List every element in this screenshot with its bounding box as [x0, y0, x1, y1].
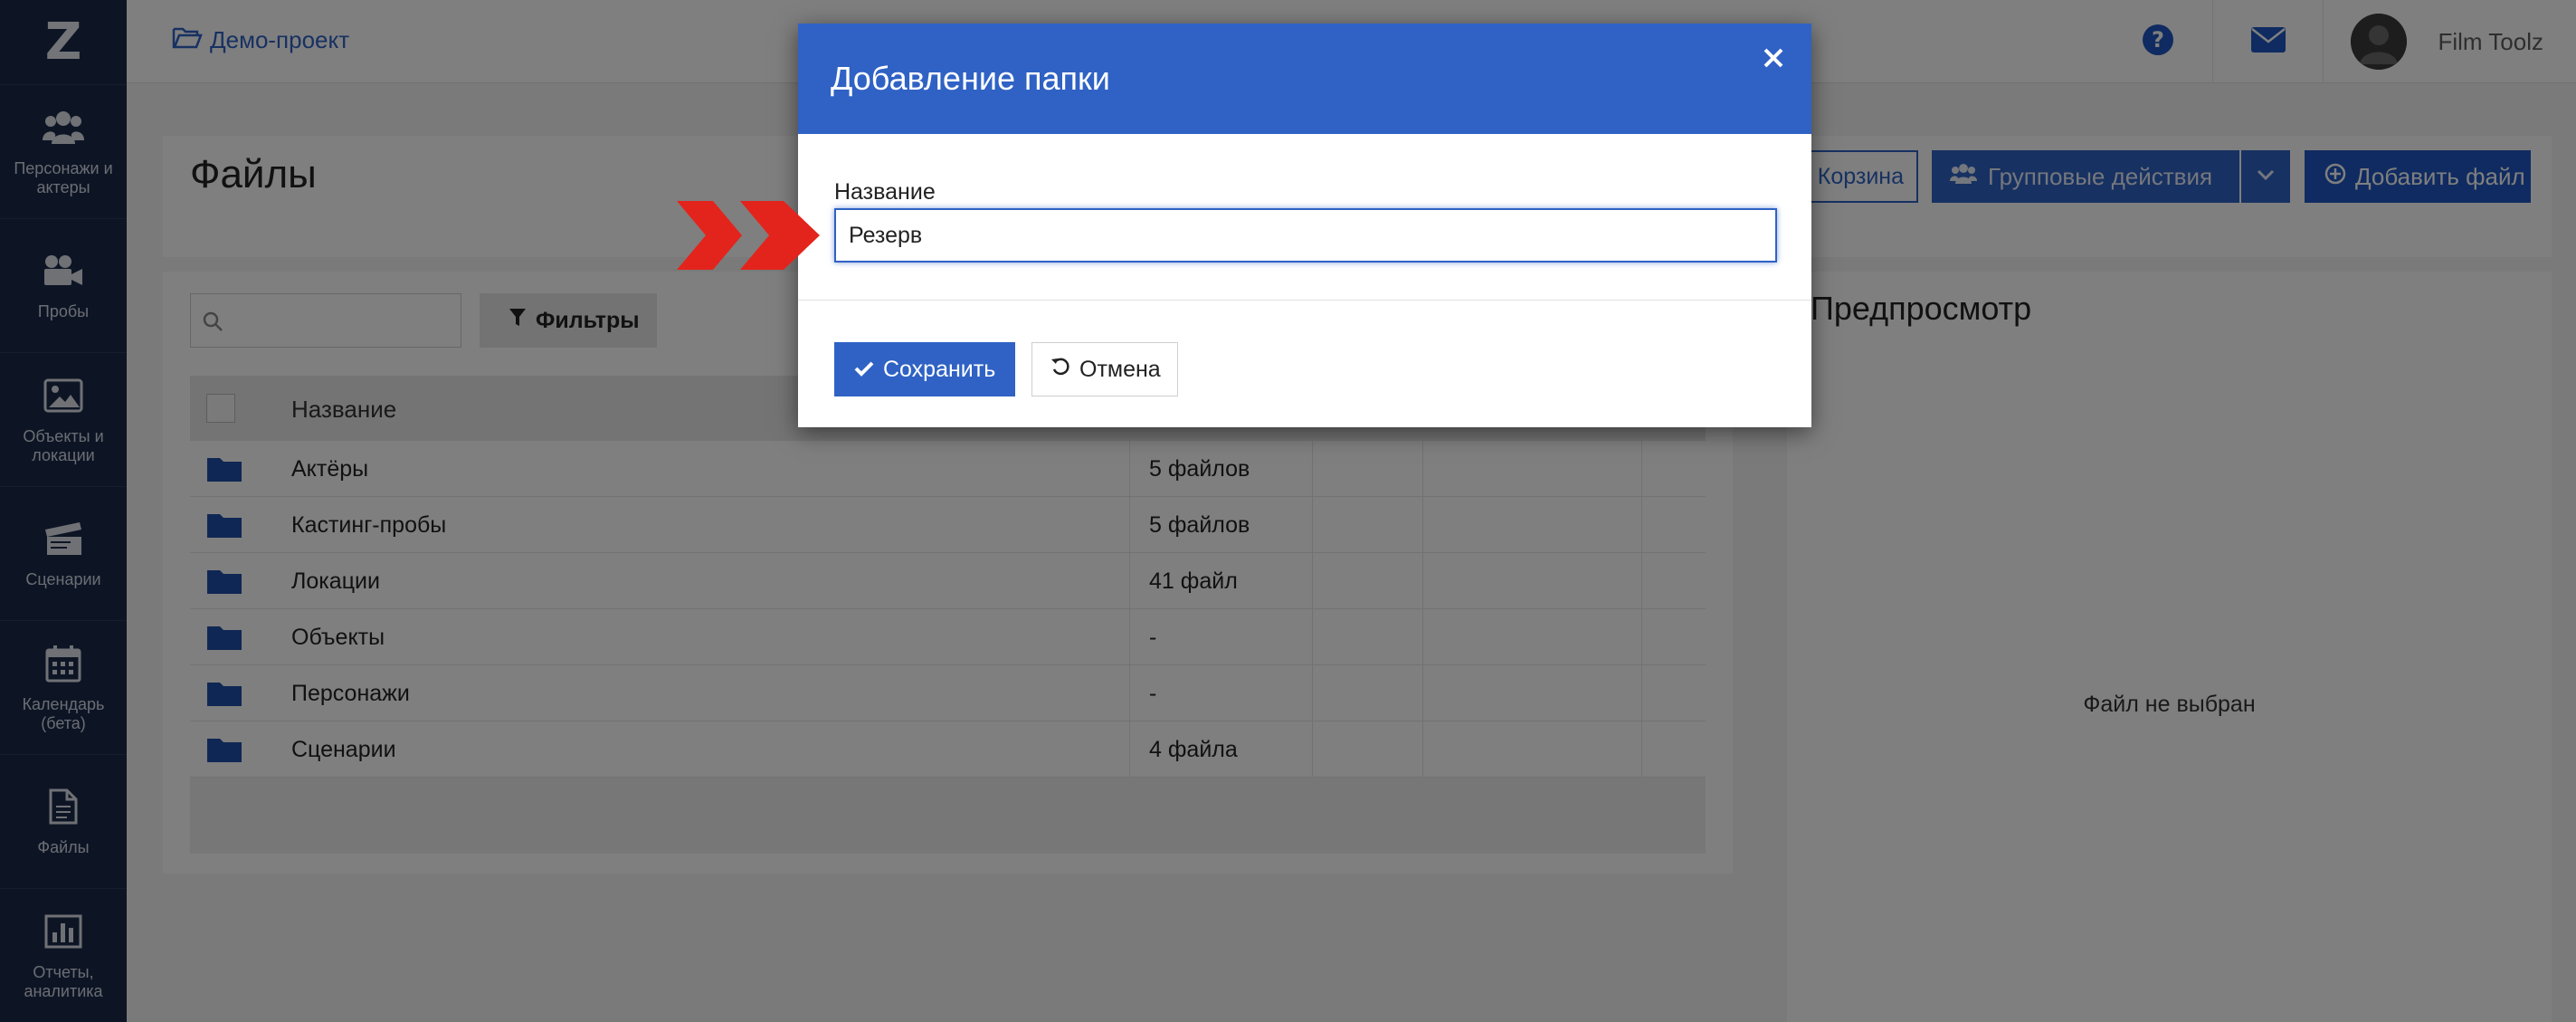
- add-folder-dialog: Добавление папки Название Сохранить Отме…: [798, 24, 1811, 427]
- folder-name-input[interactable]: [834, 208, 1777, 263]
- close-icon: [1763, 47, 1784, 73]
- dialog-footer: Сохранить Отмена: [798, 301, 1811, 427]
- dialog-title: Добавление папки: [831, 60, 1110, 97]
- red-arrow-annotation-icon: [677, 201, 820, 270]
- cancel-label: Отмена: [1079, 356, 1161, 382]
- dialog-header: Добавление папки: [798, 24, 1811, 134]
- dialog-body: Название: [798, 134, 1811, 301]
- close-button[interactable]: [1755, 42, 1792, 78]
- cancel-button[interactable]: Отмена: [1031, 342, 1178, 396]
- check-icon: [854, 357, 874, 383]
- folder-name-label: Название: [834, 179, 936, 205]
- save-button[interactable]: Сохранить: [834, 342, 1015, 396]
- undo-icon: [1050, 357, 1070, 383]
- save-label: Сохранить: [883, 356, 996, 382]
